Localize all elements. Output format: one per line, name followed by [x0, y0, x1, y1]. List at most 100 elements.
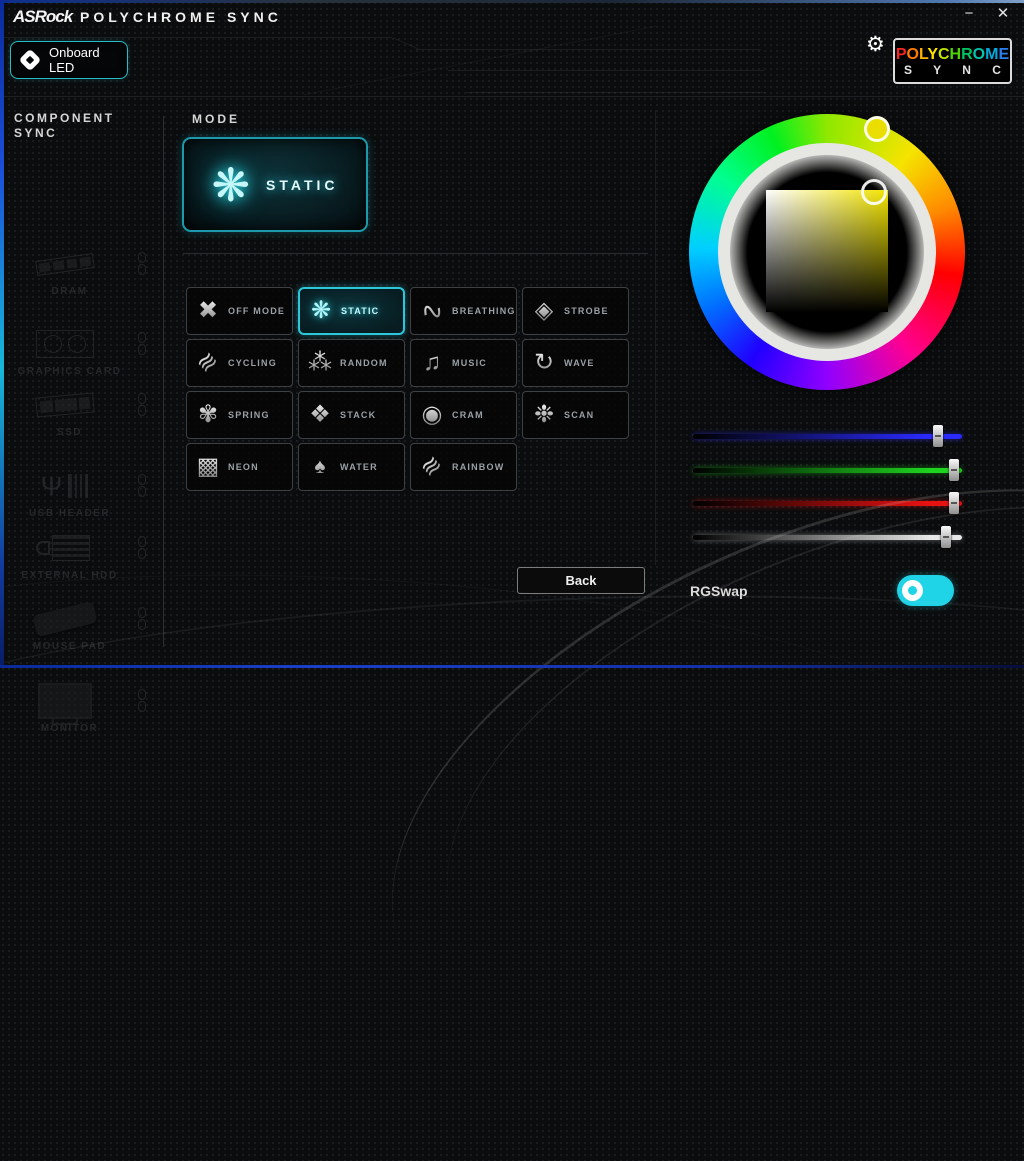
usb-header-icon: Ψ [36, 469, 94, 503]
mode-tile-label: SPRING [228, 410, 270, 420]
sidebar-item-label: SSD [56, 427, 83, 438]
neon-icon: ▩ [194, 453, 222, 481]
sidebar-item-graphics-card[interactable]: GRAPHICS CARD [0, 324, 163, 380]
ssd-icon [34, 392, 95, 418]
hue-selector-knob[interactable] [864, 116, 890, 142]
logo-letter: P [895, 45, 907, 63]
sidebar-item-label: GRAPHICS CARD [17, 366, 122, 377]
chain-link-icon [137, 393, 147, 417]
sidebar-item-external-hdd[interactable]: EXTERNAL HDD [0, 528, 163, 584]
logo-letter: O [906, 45, 919, 63]
mode-tile-cycling[interactable]: ≋ CYCLING [186, 339, 293, 387]
logo-letter: M [985, 45, 999, 63]
mode-tile-label: STATIC [341, 306, 380, 316]
header-accent-line [393, 37, 419, 50]
green-slider[interactable] [693, 458, 962, 482]
asrock-logo: ASRock [13, 7, 73, 26]
saturation-selector-knob[interactable] [861, 179, 887, 205]
mode-tile-random[interactable]: ⁂ RANDOM [298, 339, 405, 387]
rgswap-toggle[interactable] [897, 575, 954, 606]
app-title: POLYCHROME SYNC [80, 9, 282, 25]
mode-tile-label: WATER [340, 462, 378, 472]
sidebar-item-monitor[interactable]: MONITOR [0, 681, 163, 737]
rainbow-icon: ≋ [412, 447, 452, 487]
logo-letter: O [972, 45, 986, 63]
static-icon: ❋ [310, 297, 332, 324]
onboard-led-label: Onboard LED [49, 45, 100, 75]
red-slider[interactable] [693, 491, 962, 515]
static-icon: ❋ [211, 158, 251, 211]
mode-tile-label: RANDOM [340, 358, 388, 368]
window-top-edge [0, 0, 1024, 3]
gear-icon[interactable]: ⚙ [866, 32, 885, 57]
white-slider-track[interactable] [693, 534, 962, 540]
selected-mode-display[interactable]: ❋ STATIC [182, 137, 368, 232]
mode-tile-cram[interactable]: ◉ CRAM [410, 391, 517, 439]
external-hdd-icon [35, 533, 94, 563]
green-slider-handle[interactable] [948, 458, 959, 481]
logo-letter: R [961, 45, 973, 63]
spring-icon: ✾ [194, 401, 222, 429]
close-button[interactable]: ✕ [990, 3, 1016, 25]
random-icon: ⁂ [308, 349, 332, 376]
mode-tile-wave[interactable]: ↻ WAVE [522, 339, 629, 387]
window-left-edge [0, 0, 4, 668]
mode-tile-static[interactable]: ❋ STATIC [298, 287, 405, 335]
logo-letter: Y [927, 45, 938, 63]
logo-letter: C [937, 45, 950, 63]
mode-tile-label: WAVE [564, 358, 595, 368]
chain-link-icon [137, 689, 147, 713]
mode-tile-water[interactable]: ♠ WATER [298, 443, 405, 491]
red-slider-handle[interactable] [948, 492, 959, 514]
mode-tile-strobe[interactable]: ◈ STROBE [522, 287, 629, 335]
mode-tile-off-mode[interactable]: ✖ OFF MODE [186, 287, 293, 335]
mode-tile-spring[interactable]: ✾ SPRING [186, 391, 293, 439]
polychrome-sync-logo: POLYCHROME S Y N C [893, 38, 1012, 84]
mode-tile-label: OFF MODE [228, 306, 286, 316]
sidebar-item-dram[interactable]: DRAM [0, 244, 163, 300]
strobe-icon: ◈ [530, 297, 558, 325]
mode-tile-music[interactable]: ♫ MUSIC [410, 339, 517, 387]
white-slider-handle[interactable] [940, 525, 951, 548]
breathing-icon: ∿ [414, 293, 450, 329]
chain-link-icon [137, 536, 147, 560]
stack-icon: ❖ [306, 401, 334, 429]
mode-tile-label: RAINBOW [452, 462, 505, 472]
mode-tile-rainbow[interactable]: ≋ RAINBOW [410, 443, 517, 491]
onboard-led-button[interactable]: Onboard LED [10, 41, 128, 79]
minimize-button[interactable]: − [956, 3, 982, 25]
mode-tile-label: MUSIC [452, 358, 487, 368]
mode-tile-breathing[interactable]: ∿ BREATHING [410, 287, 517, 335]
rgswap-label: RGSwap [690, 583, 748, 599]
mode-tile-label: CRAM [452, 410, 484, 420]
component-sync-sidebar: COMPONENT SYNC DRAM GRAPHICS CARD SSD Ψ USB H… [0, 96, 170, 734]
dram-icon [34, 252, 95, 276]
mode-tile-label: STACK [340, 410, 377, 420]
mode-tile-neon[interactable]: ▩ NEON [186, 443, 293, 491]
sidebar-item-label: EXTERNAL HDD [21, 570, 118, 581]
chain-link-icon [137, 252, 147, 276]
back-button[interactable]: Back [517, 567, 645, 594]
sidebar-rail [163, 116, 164, 647]
mode-tile-stack[interactable]: ❖ STACK [298, 391, 405, 439]
red-slider-track[interactable] [693, 501, 962, 506]
music-icon: ♫ [418, 349, 446, 377]
saturation-square[interactable] [766, 190, 888, 312]
mode-section-label: MODE [192, 112, 240, 126]
blue-slider-handle[interactable] [932, 425, 943, 447]
sidebar-item-mouse-pad[interactable]: MOUSE PAD [0, 599, 163, 655]
blue-slider-track[interactable] [693, 434, 962, 439]
logo-sync-text: S Y N C [904, 62, 1010, 77]
blue-slider[interactable] [693, 424, 962, 448]
sidebar-item-label: USB HEADER [28, 508, 111, 519]
mode-tile-scan[interactable]: ❉ SCAN [522, 391, 629, 439]
sidebar-item-ssd[interactable]: SSD [0, 385, 163, 441]
white-slider[interactable] [693, 525, 962, 549]
panel-divider [655, 110, 656, 565]
sidebar-item-usb-header[interactable]: Ψ USB HEADER [0, 466, 163, 522]
green-slider-track[interactable] [693, 467, 962, 473]
sidebar-item-label: MONITOR [40, 723, 99, 734]
sidebar-item-label: DRAM [51, 286, 88, 297]
logo-word: POLYCHROME [896, 46, 1009, 63]
monitor-icon [37, 683, 92, 719]
